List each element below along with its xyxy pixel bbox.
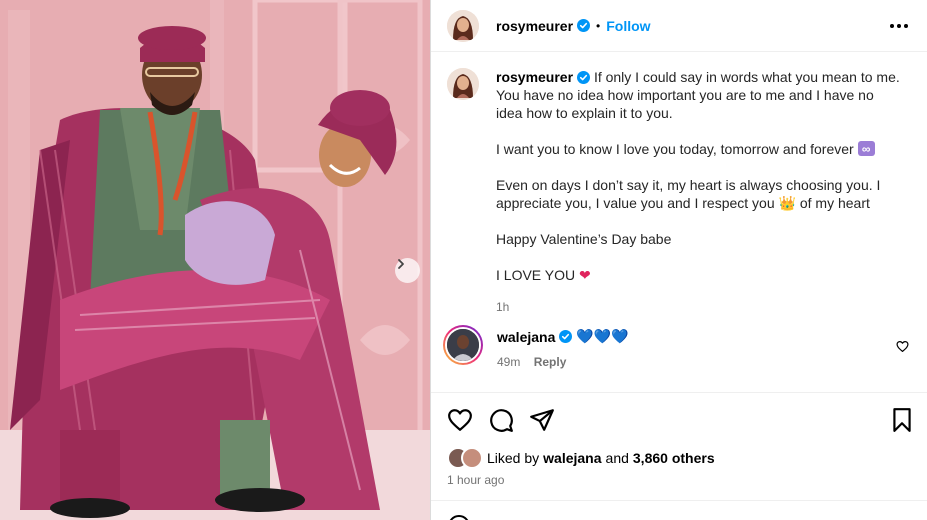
emoji-button[interactable] [447,514,471,520]
caption-time[interactable]: 1h [496,298,901,316]
verified-badge-icon [577,71,591,84]
comment-meta: 49m Reply [497,355,629,369]
action-icons-row [447,407,915,433]
caption-username[interactable]: rosymeurer [496,69,573,85]
infinity-emoji-glyph: ∞ [861,142,871,156]
bookmark-icon [893,408,911,432]
comment-item: walejana 💙💙💙 49m Reply [443,325,913,369]
caption-paragraph-2: I want you to know I love you today, tom… [496,141,854,157]
comment-line: walejana 💙💙💙 [497,328,629,345]
caption-avatar[interactable] [447,68,479,100]
reply-button[interactable]: Reply [534,355,567,369]
more-options-button[interactable] [887,14,911,38]
comment-username[interactable]: walejana [497,329,555,345]
caption-paragraph-5: I LOVE YOU [496,267,576,283]
crown-emoji: 👑 [778,195,796,211]
caption-paragraph-4: Happy Valentine’s Day babe [496,231,672,247]
follow-button[interactable]: Follow [606,18,650,34]
red-heart-emoji: ❤ [579,267,591,283]
post-photo [0,0,430,520]
comments-scroll-area[interactable]: rosymeurer If only I could say in words … [431,53,927,393]
save-button[interactable] [889,407,915,433]
heart-icon [448,409,472,431]
liked-by-prefix: Liked by [487,450,540,466]
like-button[interactable] [447,407,473,433]
share-icon [530,409,554,431]
comment-avatar-image [445,327,481,363]
caption: rosymeurer If only I could say in words … [447,68,901,316]
caption-text: rosymeurer If only I could say in words … [496,68,901,316]
likers-avatars[interactable] [447,447,485,469]
infinity-emoji: ∞ [857,141,875,156]
more-options-icon [890,24,908,28]
liker-avatar-2 [461,447,483,469]
comment-avatar[interactable] [443,325,483,365]
chevron-right-icon [398,259,404,269]
actions-section: Liked by walejana and 3,860 others 1 hou… [431,392,927,520]
share-button[interactable] [529,407,555,433]
author-avatar-image [447,9,479,42]
likes-count[interactable]: 3,860 others [633,450,715,466]
post-header: rosymeurer • Follow [431,0,927,52]
comment-button[interactable] [488,407,514,433]
separator-dot: • [596,18,601,33]
author-username[interactable]: rosymeurer [496,18,573,34]
comment-like-button[interactable] [896,340,909,358]
comment-avatar-art [447,329,479,361]
post-timestamp[interactable]: 1 hour ago [447,473,504,487]
verified-badge-icon [577,19,591,32]
caption-paragraph-3-end: of my heart [799,195,870,211]
verified-badge-icon [559,330,573,343]
author-avatar[interactable] [447,9,479,42]
comment-time[interactable]: 49m [497,355,520,369]
heart-icon [896,341,909,352]
carousel-next-button[interactable] [395,258,420,283]
comment-text: 💙💙💙 [576,328,629,344]
divider [431,500,927,501]
post-details-panel: rosymeurer • Follow rosymeurer If only I… [430,0,927,520]
liked-by-user[interactable]: walejana [543,450,601,466]
smiley-icon [449,515,469,520]
couple-photo-illustration [0,0,430,520]
caption-avatar-image [447,68,479,100]
likes-summary: Liked by walejana and 3,860 others [447,447,715,469]
comment-icon [490,409,513,432]
comment-body: walejana 💙💙💙 49m Reply [497,328,629,369]
liked-by-and: and [605,450,629,466]
